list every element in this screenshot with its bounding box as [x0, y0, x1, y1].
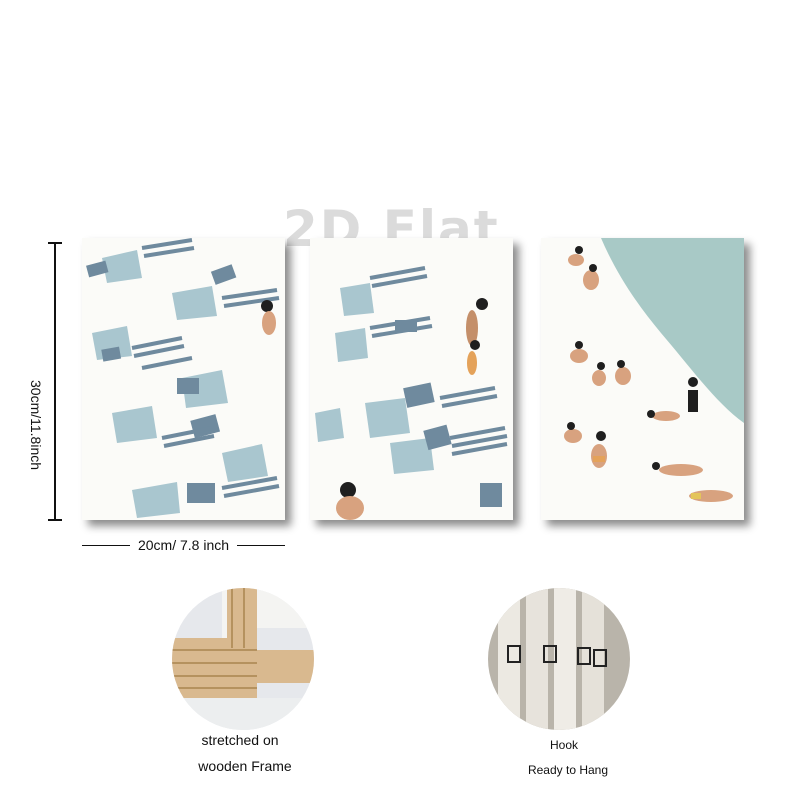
width-dimension-line-left	[82, 544, 130, 546]
hook-caption-line2: Ready to Hang	[527, 763, 609, 777]
art-panel-middle	[310, 238, 513, 520]
frame-caption-line1: stretched on	[201, 732, 279, 748]
height-dimension-tick-top	[48, 242, 62, 244]
height-dimension-tick-bottom	[48, 519, 62, 521]
sea-shape	[601, 238, 744, 423]
frame-caption-line2: wooden Frame	[198, 758, 292, 774]
bathers-illustration	[564, 238, 744, 502]
width-dimension-label: 20cm/ 7.8 inch	[137, 537, 230, 553]
swimmer-head	[261, 300, 273, 312]
loungers-walkers-illustration	[315, 266, 508, 520]
wooden-frame-photo	[172, 588, 314, 730]
art-panel-right	[541, 238, 744, 520]
hook-caption-line1: Hook	[549, 738, 578, 752]
height-dimension-label: 30cm/11.8inch	[28, 380, 44, 471]
width-dimension: 20cm/ 7.8 inch	[82, 537, 285, 553]
art-panel-left	[82, 238, 285, 520]
loungers-illustration	[86, 238, 280, 518]
hook-photo	[488, 588, 630, 730]
width-dimension-line-right	[237, 544, 285, 546]
height-dimension-line	[54, 243, 56, 520]
